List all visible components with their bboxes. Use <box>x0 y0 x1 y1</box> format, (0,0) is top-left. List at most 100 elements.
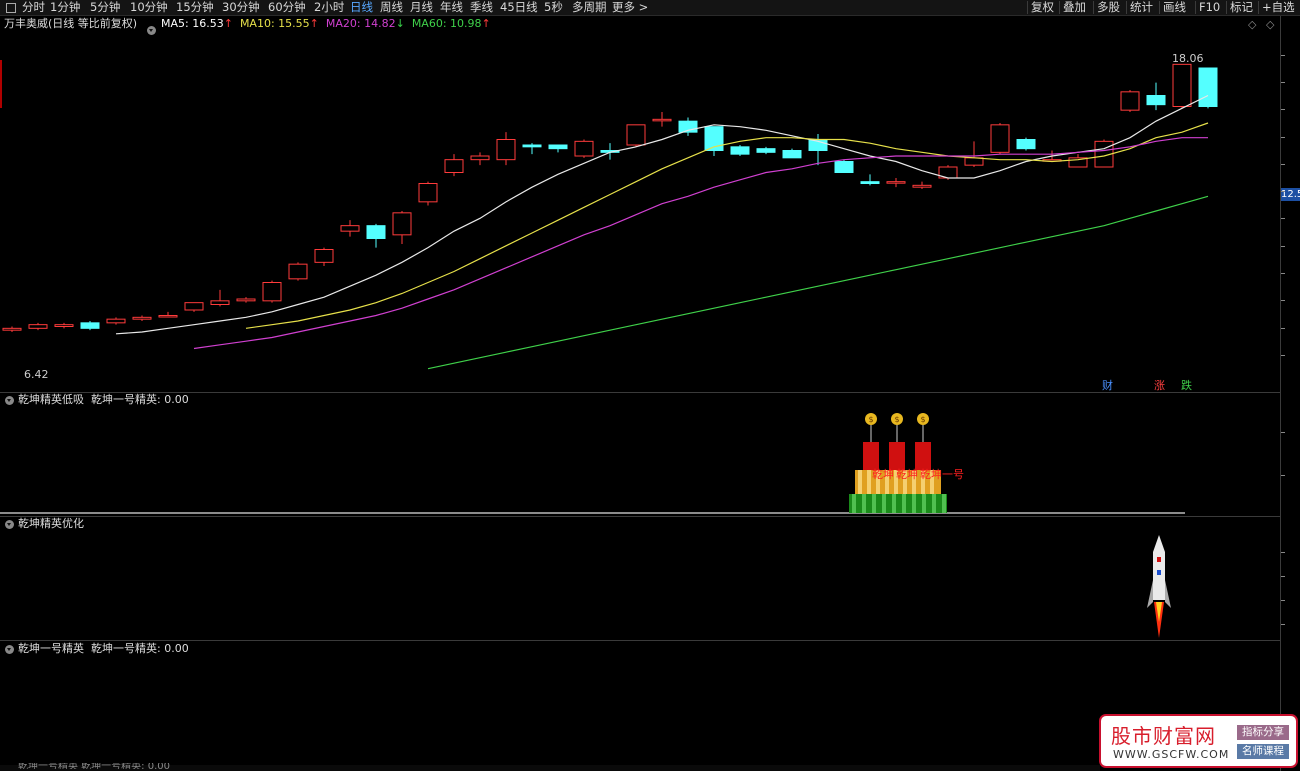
candle <box>574 139 594 158</box>
tab-0[interactable]: 分时 <box>22 0 45 15</box>
candle-body <box>964 157 984 166</box>
tab-13[interactable]: 45日线 <box>500 0 538 15</box>
toolbar-button-2[interactable]: 多股 <box>1097 0 1120 15</box>
kline-chart[interactable] <box>0 31 1280 391</box>
signal-green-stripe <box>902 494 906 513</box>
toolbar-menu-icon[interactable] <box>6 3 16 13</box>
tab-12[interactable]: 季线 <box>470 0 493 15</box>
panel3-collapse-icon[interactable] <box>5 645 14 654</box>
candle <box>496 132 516 166</box>
candle <box>756 146 776 155</box>
settings-diamond-icon[interactable]: ◇ <box>1266 18 1274 31</box>
tab-7[interactable]: 2小时 <box>314 0 344 15</box>
tab-8[interactable]: 日线 <box>350 0 373 15</box>
tab-1[interactable]: 1分钟 <box>50 0 80 15</box>
candle <box>990 123 1010 155</box>
ma-arrow-icon: ↑ <box>481 17 491 30</box>
toolbar-button-1[interactable]: 叠加 <box>1063 0 1086 15</box>
ma-legend-item: MA5: 16.53↑ <box>161 17 233 30</box>
tab-2[interactable]: 5分钟 <box>90 0 120 15</box>
tab-6[interactable]: 60分钟 <box>268 0 306 15</box>
axis-tick <box>1281 300 1285 301</box>
candle-body <box>912 184 932 188</box>
axis-tick <box>1281 475 1285 476</box>
candle-body <box>860 181 880 185</box>
candle <box>860 174 880 186</box>
candle <box>1016 137 1036 151</box>
candle <box>704 126 724 156</box>
signal-red-bar <box>915 442 931 470</box>
tab-4[interactable]: 15分钟 <box>176 0 214 15</box>
tab-3[interactable]: 10分钟 <box>130 0 168 15</box>
panel2-collapse-icon[interactable] <box>5 520 14 529</box>
stock-name-text: 万丰奥威 <box>4 17 48 30</box>
candle <box>236 297 256 303</box>
rocket-window <box>1157 557 1161 562</box>
candle <box>912 181 932 189</box>
price-axis-border <box>1280 16 1281 771</box>
low-price-label: 6.42 <box>24 368 49 381</box>
candle-body <box>184 302 204 311</box>
candle <box>392 211 412 244</box>
panel4-partial-text: 乾坤一号精英 乾坤一号精英: 0.00 <box>18 763 170 769</box>
tab-10[interactable]: 月线 <box>410 0 433 15</box>
candle <box>158 311 178 318</box>
toolbar-button-3[interactable]: 统计 <box>1130 0 1153 15</box>
candle <box>522 143 542 155</box>
ma60-line <box>427 195 1209 370</box>
tab-15[interactable]: 多周期 <box>572 0 607 15</box>
chart-marker: 财 <box>1102 379 1113 392</box>
panel1-collapse-icon[interactable] <box>5 396 14 405</box>
candle-body <box>2 327 22 331</box>
stock-name: 万丰奥威(日线 等比前复权) <box>4 17 137 31</box>
candle <box>210 289 230 307</box>
candle <box>418 181 438 206</box>
signal-green-stripe <box>892 494 896 513</box>
axis-tick <box>1281 55 1285 56</box>
tab-9[interactable]: 周线 <box>380 0 403 15</box>
candle <box>80 321 100 331</box>
axis-tick <box>1281 82 1285 83</box>
panel1-chart[interactable]: $ $ $乾坤 乾坤 乾坤一号 <box>0 405 1280 517</box>
tab-14[interactable]: 5秒 <box>544 0 563 15</box>
panel2-chart[interactable] <box>0 530 1280 640</box>
axis-tick <box>1281 218 1285 219</box>
pane-divider-1 <box>0 392 1280 393</box>
left-edge-marker <box>0 60 2 108</box>
axis-tick <box>1281 191 1285 192</box>
toolbar-button-4[interactable]: 画线 <box>1163 0 1186 15</box>
tab-5[interactable]: 30分钟 <box>222 0 260 15</box>
toolbar-button-6[interactable]: 标记 <box>1230 0 1253 15</box>
toolbar-separator <box>1258 1 1259 14</box>
toolbar-separator <box>1027 1 1028 14</box>
candle-body <box>80 322 100 329</box>
candle-body <box>1198 67 1218 107</box>
candle-body <box>314 249 334 263</box>
toolbar-button-0[interactable]: 复权 <box>1031 0 1054 15</box>
signal-green-stripe <box>862 494 866 513</box>
candle <box>470 152 490 166</box>
axis-tick <box>1281 273 1285 274</box>
ma-legend: MA5: 16.53↑ MA10: 15.55↑ MA20: 14.82↓ MA60:… <box>161 17 498 31</box>
toolbar-button-7[interactable]: +自选 <box>1262 0 1295 15</box>
candle-body <box>1146 95 1166 106</box>
diamond-icon[interactable]: ◇ <box>1248 18 1256 31</box>
candle-body <box>626 124 646 146</box>
candle-body <box>158 315 178 318</box>
candle-body <box>392 212 412 236</box>
candle <box>106 317 126 325</box>
tab-16[interactable]: 更多 > <box>612 0 648 15</box>
signal-red-bar <box>863 442 879 470</box>
tab-11[interactable]: 年线 <box>440 0 463 15</box>
toolbar-separator <box>1093 1 1094 14</box>
axis-tick <box>1281 600 1285 601</box>
ma-value: MA60: 10.98 <box>411 17 482 30</box>
toolbar-button-5[interactable]: F10 <box>1199 0 1220 15</box>
candle-body <box>730 146 750 155</box>
axis-tick <box>1281 355 1285 356</box>
ma-value: MA5: 16.53 <box>161 17 224 30</box>
candle <box>132 315 152 321</box>
candle <box>262 280 282 303</box>
candle-body <box>54 324 74 327</box>
candle-body <box>548 144 568 150</box>
